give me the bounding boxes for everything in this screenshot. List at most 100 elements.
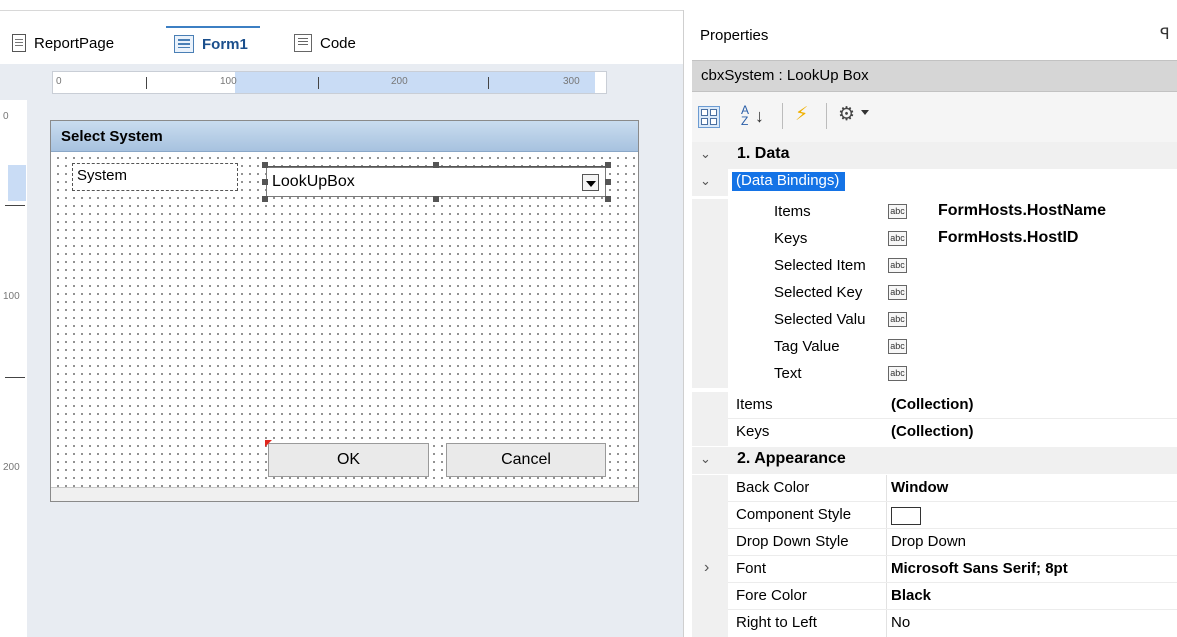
resize-handle-bottom-right[interactable] bbox=[605, 196, 611, 202]
resize-handle-left[interactable] bbox=[262, 179, 268, 185]
chevron-down-icon[interactable] bbox=[861, 110, 869, 115]
tab-label: ReportPage bbox=[34, 34, 115, 52]
property-value[interactable]: FormHosts.HostName bbox=[938, 202, 1106, 220]
resize-handle-bottom-left[interactable] bbox=[262, 196, 268, 202]
toolbar-separator bbox=[826, 103, 827, 129]
row-gutter bbox=[692, 475, 728, 502]
dropdown-arrow-icon[interactable] bbox=[582, 174, 599, 191]
ruler-label: 200 bbox=[391, 76, 408, 87]
chevron-down-icon[interactable]: ⌄ bbox=[700, 173, 711, 189]
property-row-back-color[interactable]: Back Color Window bbox=[692, 475, 1177, 502]
property-row-right-to-left[interactable]: Right to Left No bbox=[692, 610, 1177, 637]
ruler-tick bbox=[488, 77, 489, 89]
gear-icon[interactable]: ⚙ bbox=[838, 103, 855, 126]
property-value[interactable]: Window bbox=[891, 479, 948, 496]
system-label[interactable]: System bbox=[72, 163, 238, 191]
row-gutter bbox=[692, 583, 728, 610]
row-gutter bbox=[692, 307, 728, 334]
row-gutter bbox=[692, 610, 728, 637]
ruler-tick bbox=[5, 205, 25, 206]
resize-handle-bottom[interactable] bbox=[433, 196, 439, 202]
tab-code[interactable]: Code bbox=[294, 26, 356, 60]
form-icon bbox=[174, 35, 194, 53]
property-row-fore-color[interactable]: Fore Color Black bbox=[692, 583, 1177, 610]
form-design-surface[interactable] bbox=[52, 152, 637, 487]
category-label: 1. Data bbox=[737, 145, 790, 162]
property-row-drop-down-style[interactable]: Drop Down Style Drop Down bbox=[692, 529, 1177, 556]
chevron-right-icon[interactable]: › bbox=[704, 559, 709, 577]
ruler-label: 200 bbox=[3, 462, 20, 473]
toolbar-separator bbox=[782, 103, 783, 129]
form-title[interactable]: Select System bbox=[51, 121, 638, 152]
property-value[interactable]: Drop Down bbox=[891, 533, 966, 550]
chevron-down-icon[interactable]: ⌄ bbox=[700, 146, 711, 162]
row-gutter bbox=[692, 419, 728, 446]
alphabetical-sort-icon[interactable]: A Z bbox=[741, 104, 749, 127]
property-value[interactable]: (Collection) bbox=[891, 396, 974, 413]
property-name: Keys bbox=[774, 230, 808, 247]
panel-title: Properties bbox=[700, 27, 769, 44]
property-row-binding-keys[interactable]: Keys abc FormHosts.HostID bbox=[692, 226, 1177, 253]
ruler-label: 100 bbox=[220, 76, 237, 87]
property-name: Keys bbox=[736, 423, 770, 440]
property-row-component-style[interactable]: Component Style bbox=[692, 502, 1177, 529]
cancel-button[interactable]: Cancel bbox=[446, 443, 606, 477]
ok-button[interactable]: OK bbox=[268, 443, 429, 477]
abc-binding-icon: abc bbox=[888, 366, 907, 381]
property-row-binding-items[interactable]: Items abc FormHosts.HostName bbox=[692, 199, 1177, 226]
column-divider bbox=[886, 583, 887, 610]
lookup-box[interactable]: LookUpBox bbox=[266, 167, 606, 197]
category-label: 2. Appearance bbox=[737, 450, 846, 467]
property-name: Selected Item bbox=[774, 257, 866, 274]
pin-icon[interactable]: ꟼ bbox=[1160, 24, 1170, 44]
tab-reportpage[interactable]: ReportPage bbox=[12, 26, 114, 60]
resize-handle-top[interactable] bbox=[433, 162, 439, 168]
column-divider bbox=[886, 502, 887, 529]
row-gutter bbox=[692, 334, 728, 361]
chevron-down-icon[interactable]: ⌄ bbox=[700, 451, 711, 467]
property-row-binding-text[interactable]: Text abc bbox=[692, 361, 1177, 388]
ruler-tick bbox=[5, 377, 25, 378]
style-swatch[interactable] bbox=[891, 507, 921, 525]
properties-toolbar bbox=[692, 92, 1177, 142]
ruler-selection-highlight bbox=[235, 72, 595, 93]
events-lightning-icon[interactable]: ⚡ bbox=[795, 103, 808, 126]
property-row-binding-tag-value[interactable]: Tag Value abc bbox=[692, 334, 1177, 361]
property-value[interactable]: Black bbox=[891, 587, 931, 604]
property-name: Selected Valu bbox=[774, 311, 866, 328]
property-row-binding-selected-item[interactable]: Selected Item abc bbox=[692, 253, 1177, 280]
property-name: Items bbox=[774, 203, 811, 220]
abc-binding-icon: abc bbox=[888, 204, 907, 219]
row-gutter bbox=[692, 226, 728, 253]
tab-label: Form1 bbox=[202, 35, 248, 53]
property-value[interactable]: Microsoft Sans Serif; 8pt bbox=[891, 560, 1068, 577]
resize-handle-top-right[interactable] bbox=[605, 162, 611, 168]
tab-form1[interactable]: Form1 bbox=[166, 26, 260, 60]
property-row-binding-selected-value[interactable]: Selected Valu abc bbox=[692, 307, 1177, 334]
top-divider bbox=[0, 10, 683, 11]
resize-handle-top-left[interactable] bbox=[262, 162, 268, 168]
property-name: Component Style bbox=[736, 506, 852, 523]
property-value[interactable]: No bbox=[891, 614, 910, 631]
row-gutter bbox=[692, 361, 728, 388]
column-divider bbox=[886, 475, 887, 502]
property-row-keys[interactable]: Keys (Collection) bbox=[692, 419, 1177, 446]
property-row-data-bindings[interactable]: ⌄ (Data Bindings) bbox=[692, 169, 1177, 196]
category-appearance[interactable]: ⌄ 2. Appearance bbox=[692, 447, 1177, 474]
property-name: Selected Key bbox=[774, 284, 863, 301]
selected-object-selector[interactable]: cbxSystem : LookUp Box bbox=[692, 60, 1177, 92]
property-row-font[interactable]: › Font Microsoft Sans Serif; 8pt bbox=[692, 556, 1177, 583]
property-value[interactable]: (Collection) bbox=[891, 423, 974, 440]
row-gutter bbox=[692, 253, 728, 280]
resize-handle-right[interactable] bbox=[605, 179, 611, 185]
tab-order-marker-icon bbox=[265, 440, 272, 447]
report-page-icon bbox=[12, 34, 26, 52]
lookup-box-text: LookUpBox bbox=[272, 173, 355, 190]
category-data[interactable]: ⌄ 1. Data bbox=[692, 142, 1177, 169]
ruler-tick bbox=[318, 77, 319, 89]
abc-binding-icon: abc bbox=[888, 312, 907, 327]
property-row-items[interactable]: Items (Collection) bbox=[692, 392, 1177, 419]
categorized-view-icon[interactable] bbox=[698, 106, 720, 128]
property-row-binding-selected-key[interactable]: Selected Key abc bbox=[692, 280, 1177, 307]
property-value[interactable]: FormHosts.HostID bbox=[938, 229, 1078, 247]
